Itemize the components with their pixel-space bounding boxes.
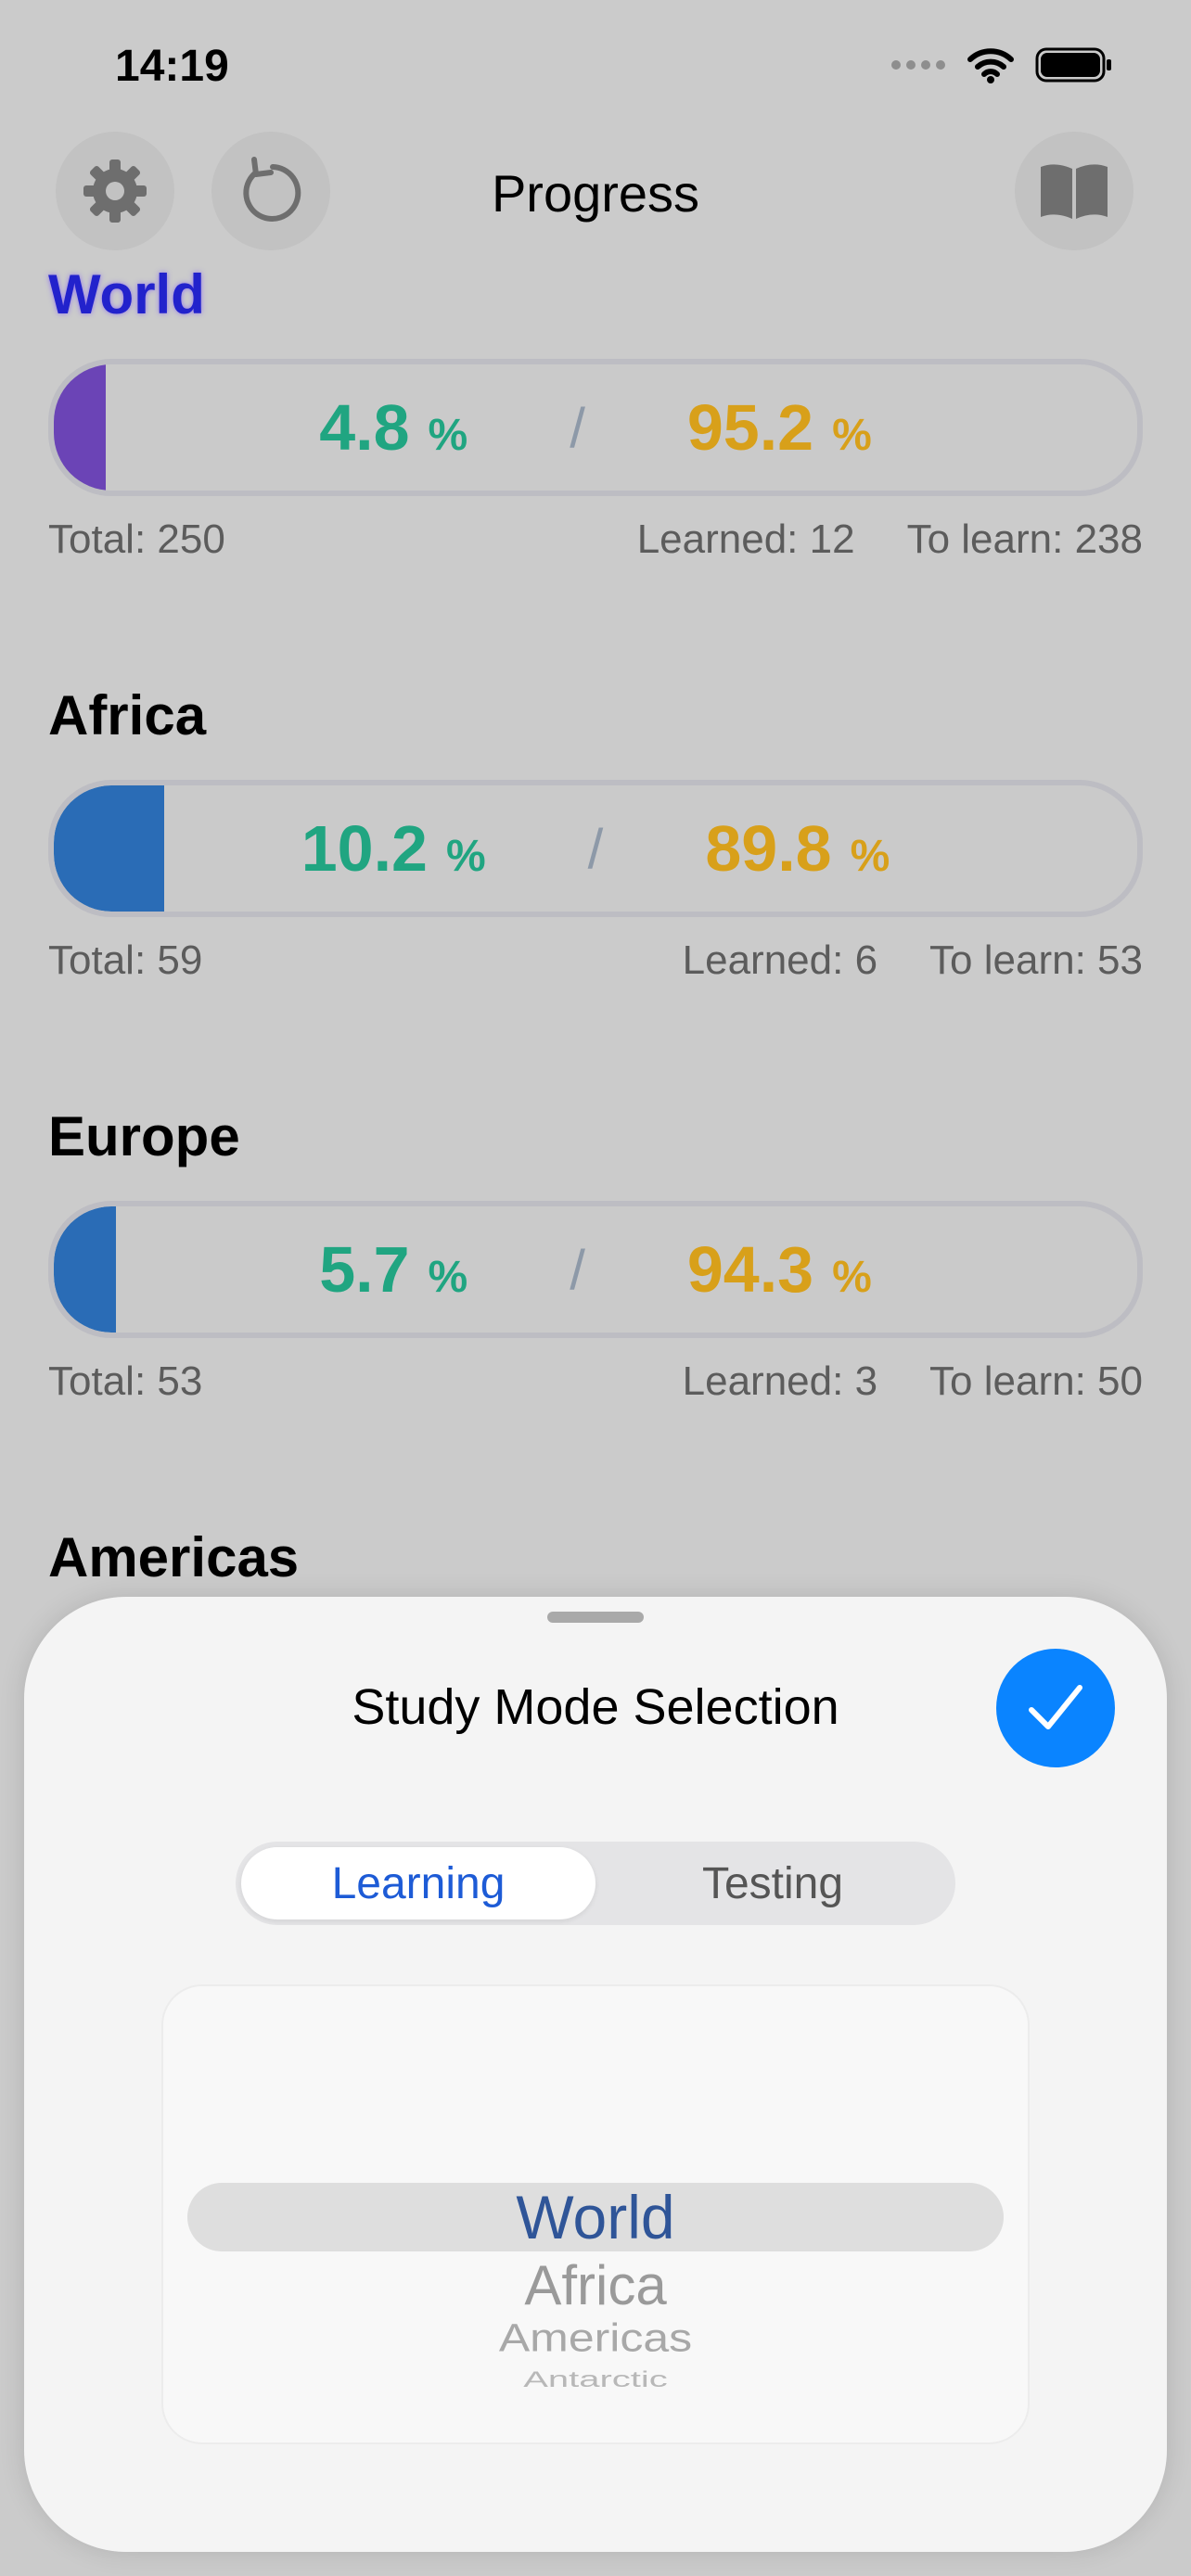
- to-learn-stat: To learn: 50: [929, 1358, 1143, 1404]
- region-title: World: [48, 263, 205, 325]
- battery-icon: [1035, 47, 1111, 83]
- mode-segmented-control[interactable]: Learning Testing: [236, 1842, 955, 1925]
- region-picker[interactable]: World Africa Americas Antarctic: [161, 1984, 1030, 2444]
- stats-row: Total: 59 Learned: 6 To learn: 53: [48, 937, 1143, 984]
- book-button[interactable]: [1015, 132, 1133, 250]
- to-learn-stat: To learn: 238: [906, 516, 1143, 562]
- study-mode-sheet: Study Mode Selection Learning Testing Wo…: [24, 1597, 1167, 2552]
- learned-stat: Learned: 3: [682, 1358, 878, 1404]
- region-americas: Americas: [48, 1525, 1143, 1590]
- separator: /: [587, 817, 604, 880]
- total-stat: Total: 53: [48, 1358, 203, 1404]
- region-europe: Europe 5.7% / 94.3% Total: 53 Learned: 3…: [48, 1104, 1143, 1405]
- picker-item-africa[interactable]: Africa: [163, 2253, 1028, 2317]
- total-stat: Total: 250: [48, 516, 225, 562]
- picker-item-world[interactable]: World: [163, 2183, 1028, 2251]
- learned-percent: 4.8%: [319, 391, 468, 464]
- region-world: World 4.8% / 95.2% Total: 250 Learned: 1…: [48, 262, 1143, 563]
- region-africa: Africa 10.2% / 89.8% Total: 59 Learned: …: [48, 683, 1143, 984]
- learned-stat: Learned: 12: [636, 516, 855, 562]
- to-learn-percent: 94.3%: [686, 1233, 872, 1306]
- checkmark-icon: [1029, 1685, 1082, 1729]
- progress-bar: 10.2% / 89.8%: [48, 780, 1143, 917]
- picker-item-americas[interactable]: Americas: [163, 2315, 1028, 2360]
- cellular-signal-icon: [891, 60, 945, 70]
- segment-learning[interactable]: Learning: [241, 1847, 596, 1919]
- to-learn-percent: 95.2%: [686, 391, 872, 464]
- region-title: Africa: [48, 684, 207, 746]
- wifi-icon: [967, 48, 1014, 83]
- separator: /: [570, 1238, 585, 1301]
- stats-row: Total: 250 Learned: 12 To learn: 238: [48, 516, 1143, 563]
- separator: /: [570, 396, 585, 459]
- total-stat: Total: 59: [48, 937, 203, 983]
- stats-row: Total: 53 Learned: 3 To learn: 50: [48, 1358, 1143, 1405]
- to-learn-stat: To learn: 53: [929, 937, 1143, 983]
- sheet-grabber[interactable]: [547, 1612, 644, 1623]
- progress-bar: 5.7% / 94.3%: [48, 1201, 1143, 1338]
- picker-item-antarctic[interactable]: Antarctic: [163, 2367, 1028, 2392]
- status-icons: [890, 46, 1113, 83]
- status-time: 14:19: [115, 42, 229, 91]
- progress-bar: 4.8% / 95.2%: [48, 359, 1143, 496]
- learned-percent: 5.7%: [319, 1233, 468, 1306]
- segment-testing[interactable]: Testing: [596, 1847, 950, 1919]
- region-title: Americas: [48, 1526, 300, 1588]
- book-icon: [1041, 164, 1108, 219]
- learned-percent: 10.2%: [301, 812, 486, 885]
- to-learn-percent: 89.8%: [705, 812, 890, 885]
- learned-stat: Learned: 6: [682, 937, 878, 983]
- page-title: Progress: [491, 164, 700, 223]
- region-title: Europe: [48, 1105, 240, 1167]
- confirm-button[interactable]: [996, 1649, 1115, 1767]
